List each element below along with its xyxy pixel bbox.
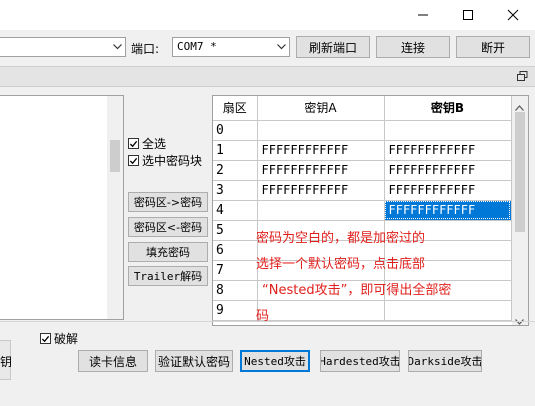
list-scrollbar-thumb[interactable] xyxy=(110,140,120,172)
chevron-down-icon[interactable] xyxy=(273,38,289,56)
select-all-checkbox[interactable]: 全选 xyxy=(128,135,166,152)
checkbox-box[interactable] xyxy=(128,155,139,166)
left-partial-label: 钥 xyxy=(0,355,13,369)
darkside-attack-button[interactable]: Darkside攻击 xyxy=(408,350,482,372)
port-combo-value: COM7 * xyxy=(177,40,217,53)
nested-attack-button[interactable]: Nested攻击 xyxy=(240,350,310,372)
card-info-list[interactable] xyxy=(0,95,124,320)
trailer-decode-button[interactable]: Trailer解码 xyxy=(128,266,208,286)
restore-pane-icon[interactable] xyxy=(517,71,529,83)
close-button[interactable] xyxy=(490,0,535,30)
select-key-block-label: 选中密码块 xyxy=(142,154,203,168)
disconnect-button[interactable]: 断开 xyxy=(456,36,530,58)
sector-cell[interactable]: 9 xyxy=(213,300,258,321)
refresh-port-button[interactable]: 刷新端口 xyxy=(296,36,370,58)
checkbox-box[interactable] xyxy=(40,333,51,344)
chevron-down-icon[interactable] xyxy=(109,38,125,56)
read-card-button[interactable]: 读卡信息 xyxy=(78,350,148,372)
close-icon xyxy=(507,9,518,21)
table-row[interactable]: 4 FFFFFFFFFFFF xyxy=(213,200,512,221)
key-b-cell[interactable]: FFFFFFFFFFFF xyxy=(384,140,512,161)
reader-combo[interactable] xyxy=(0,37,126,57)
panel-header xyxy=(0,66,535,87)
key-a-cell[interactable] xyxy=(257,200,385,221)
annotation-line-1: 密码为空白的，都是加密过的 xyxy=(256,231,426,246)
key-b-cell[interactable]: FFFFFFFFFFFF xyxy=(384,180,512,201)
table-row[interactable]: 3 FFFFFFFFFFFF FFFFFFFFFFFF xyxy=(213,180,512,201)
bottom-separator xyxy=(0,321,535,322)
checkmark-icon xyxy=(129,140,138,147)
crack-label: 破解 xyxy=(54,332,79,346)
sector-cell[interactable]: 4 xyxy=(213,200,258,221)
key-b-cell[interactable]: FFFFFFFFFFFF xyxy=(384,200,512,221)
grid-scrollbar[interactable] xyxy=(512,96,528,325)
fill-pwd-button[interactable]: 填充密码 xyxy=(128,242,208,262)
checkbox-box[interactable] xyxy=(128,138,139,149)
key-b-header[interactable]: 密钥B xyxy=(384,96,512,121)
minimize-button[interactable] xyxy=(400,0,445,30)
key-table-header: 扇区 密钥A 密钥B xyxy=(213,96,512,121)
sector-header[interactable]: 扇区 xyxy=(213,96,258,121)
grid-scrollbar-thumb[interactable] xyxy=(515,112,525,232)
annotation-line-2: 选择一个默认密码，点击底部 xyxy=(256,257,426,272)
sector-cell[interactable]: 3 xyxy=(213,180,258,201)
key-a-cell[interactable] xyxy=(257,120,385,141)
pwd-to-keyarea-button[interactable]: 密码区<-密码 xyxy=(128,217,208,237)
key-a-header[interactable]: 密钥A xyxy=(257,96,385,121)
table-row[interactable]: 2 FFFFFFFFFFFF FFFFFFFFFFFF xyxy=(213,160,512,181)
port-combo[interactable]: COM7 * xyxy=(172,37,290,57)
hardnested-attack-button[interactable]: Hardested攻击 xyxy=(320,350,400,372)
table-row[interactable]: 0 xyxy=(213,120,512,141)
annotation-line-4: 码 xyxy=(256,309,270,324)
checkmark-icon xyxy=(41,335,50,342)
sector-cell[interactable]: 8 xyxy=(213,280,258,301)
connect-button[interactable]: 连接 xyxy=(376,36,450,58)
list-scrollbar[interactable] xyxy=(107,96,123,319)
maximize-button[interactable] xyxy=(445,0,490,30)
sector-cell[interactable]: 7 xyxy=(213,260,258,281)
table-row[interactable]: 1 FFFFFFFFFFFF FFFFFFFFFFFF xyxy=(213,140,512,161)
key-b-cell[interactable]: FFFFFFFFFFFF xyxy=(384,160,512,181)
key-b-cell[interactable] xyxy=(384,120,512,141)
sector-cell[interactable]: 5 xyxy=(213,220,258,241)
crack-checkbox[interactable]: 破解 xyxy=(40,330,78,347)
select-all-label: 全选 xyxy=(142,137,167,151)
keyarea-to-pwd-button[interactable]: 密码区->密码 xyxy=(128,192,208,212)
sector-cell[interactable]: 1 xyxy=(213,140,258,161)
key-a-cell[interactable]: FFFFFFFFFFFF xyxy=(257,160,385,181)
sector-cell[interactable]: 6 xyxy=(213,240,258,261)
maximize-icon xyxy=(462,10,473,20)
port-label: 端口: xyxy=(131,42,160,56)
key-a-cell[interactable]: FFFFFFFFFFFF xyxy=(257,180,385,201)
checkmark-icon xyxy=(129,157,138,164)
verify-default-key-button[interactable]: 验证默认密码 xyxy=(155,350,233,372)
annotation-line-3: “Nested攻击”，即可得出全部密 xyxy=(262,283,452,298)
minimize-icon xyxy=(417,14,428,16)
select-key-block-checkbox[interactable]: 选中密码块 xyxy=(128,152,202,169)
sector-cell[interactable]: 2 xyxy=(213,160,258,181)
sector-cell[interactable]: 0 xyxy=(213,120,258,141)
key-a-cell[interactable]: FFFFFFFFFFFF xyxy=(257,140,385,161)
